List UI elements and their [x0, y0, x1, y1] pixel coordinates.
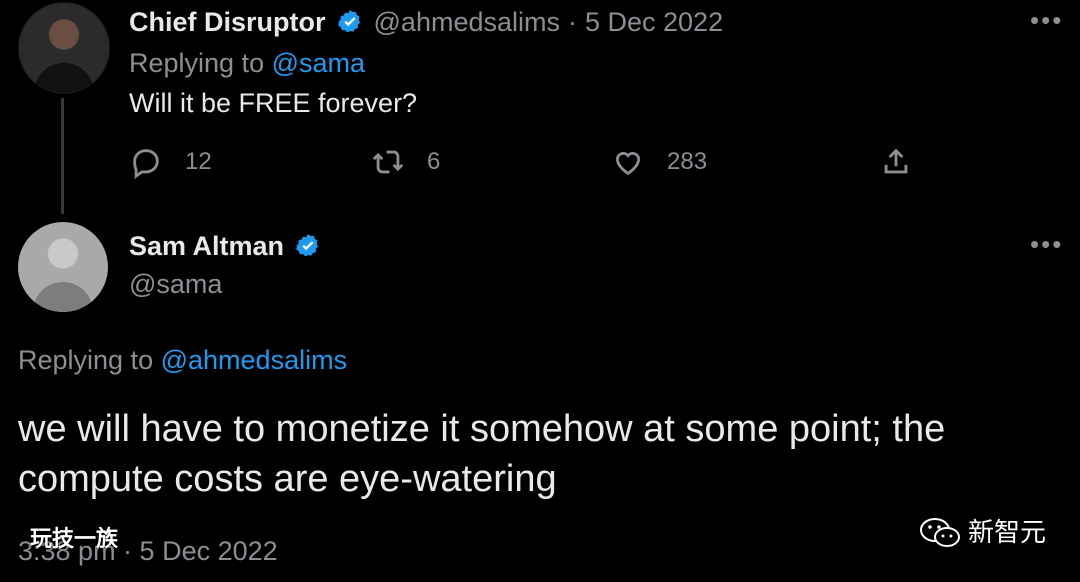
replying-user-link[interactable]: @sama [272, 48, 365, 78]
retweet-count: 6 [427, 148, 441, 175]
replying-prefix: Replying to [18, 345, 154, 375]
avatar-sam-altman[interactable] [18, 222, 108, 312]
more-icon[interactable]: ••• [1030, 231, 1063, 257]
replying-user-link[interactable]: @ahmedsalims [161, 345, 347, 375]
replying-prefix: Replying to [129, 48, 265, 78]
verified-badge-icon [337, 10, 360, 33]
display-name[interactable]: Sam Altman [129, 230, 284, 262]
thread-line [61, 98, 64, 214]
display-name[interactable]: Chief Disruptor [129, 6, 326, 38]
share-icon [884, 148, 908, 174]
avatar-chief-disruptor[interactable] [18, 2, 110, 94]
verified-badge-icon [296, 234, 319, 257]
tweet-actions: 12 6 283 [129, 145, 1059, 181]
more-icon[interactable]: ••• [1030, 7, 1063, 33]
tweet-top-header: Chief Disruptor @ahmedsalims · 5 Dec 202… [129, 6, 723, 38]
tweet-date[interactable]: 5 Dec 2022 [585, 6, 723, 38]
wechat-icon [920, 518, 960, 547]
retweet-button[interactable]: 6 [371, 145, 440, 179]
avatar-shoulders [34, 63, 94, 93]
avatar-shoulders [33, 282, 93, 312]
tweet-text: we will have to monetize it somehow at s… [18, 408, 946, 500]
reply-icon [133, 149, 159, 179]
tweet-text: Will it be FREE forever? [129, 88, 418, 118]
reply-count: 12 [185, 148, 212, 175]
watermark-right: 新智元 [918, 515, 1046, 551]
retweet-icon [372, 150, 404, 174]
share-button[interactable] [879, 145, 913, 179]
like-count: 283 [667, 148, 708, 175]
replying-to: Replying to @sama [129, 47, 365, 79]
handle-date: @ahmedsalims · 5 Dec 2022 [374, 6, 724, 38]
handle[interactable]: @ahmedsalims [374, 6, 560, 38]
watermark-left: 玩技一族 [30, 527, 119, 552]
replying-to: Replying to @ahmedsalims [18, 344, 347, 376]
like-icon [615, 151, 641, 175]
watermark-text: 新智元 [968, 518, 1047, 548]
handle[interactable]: @sama [129, 268, 222, 300]
reply-button[interactable]: 12 [129, 145, 212, 179]
tweet-bottom-header: Sam Altman [129, 230, 322, 262]
like-button[interactable]: 283 [611, 145, 707, 179]
separator: · [567, 7, 577, 37]
